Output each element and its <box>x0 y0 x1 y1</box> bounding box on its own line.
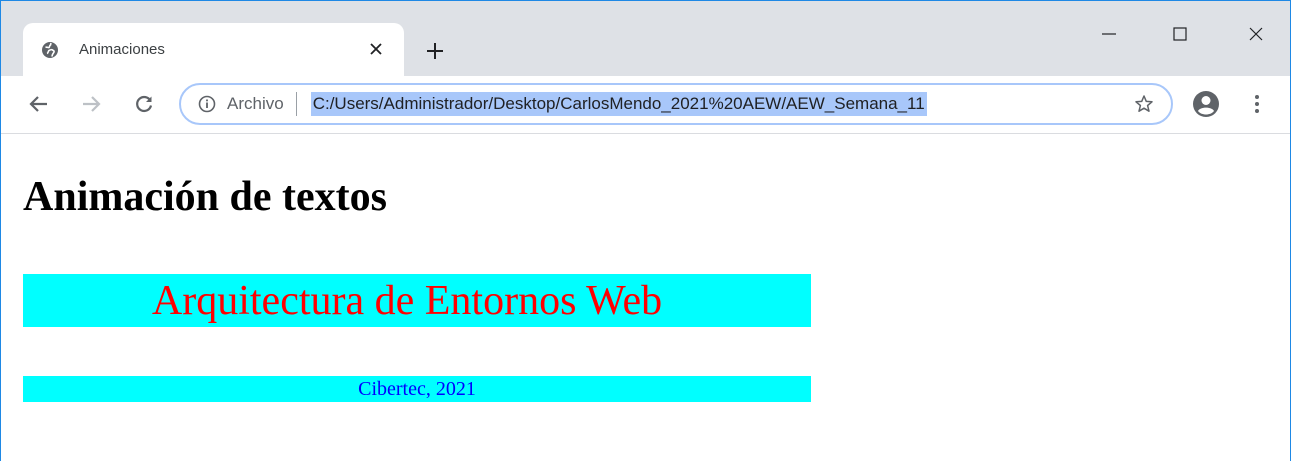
banner-main: Arquitectura de Entornos Web <box>23 274 811 327</box>
minimize-icon[interactable] <box>1086 11 1132 57</box>
site-label: Archivo <box>227 94 284 113</box>
banner-sub: Cibertec, 2021 <box>23 376 811 402</box>
info-icon[interactable] <box>197 94 217 114</box>
tab-animaciones[interactable]: Animaciones <box>23 23 404 76</box>
close-icon[interactable] <box>366 39 386 59</box>
banner-sub-text: Cibertec, 2021 <box>358 378 476 400</box>
browser-window: Animaciones Archivo C:/Users/Administrad… <box>0 0 1291 461</box>
tab-title: Animaciones <box>79 41 165 58</box>
arrow-right-icon[interactable] <box>75 88 107 120</box>
reload-icon[interactable] <box>128 88 160 120</box>
globe-icon <box>41 41 59 59</box>
plus-icon[interactable] <box>421 37 449 65</box>
url-text[interactable]: C:/Users/Administrador/Desktop/CarlosMen… <box>310 92 927 116</box>
page-content: Animación de textos Arquitectura de Ento… <box>1 135 1290 461</box>
banner-main-text: Arquitectura de Entornos Web <box>151 277 663 324</box>
browser-toolbar: Archivo C:/Users/Administrador/Desktop/C… <box>1 76 1290 134</box>
arrow-left-icon[interactable] <box>23 88 55 120</box>
omnibox-separator <box>295 92 297 116</box>
window-close-icon[interactable] <box>1233 11 1279 57</box>
page-title: Animación de textos <box>23 174 387 220</box>
maximize-icon[interactable] <box>1157 11 1203 57</box>
kebab-menu-icon[interactable] <box>1245 87 1269 121</box>
star-icon[interactable] <box>1133 93 1155 115</box>
address-bar[interactable]: Archivo C:/Users/Administrador/Desktop/C… <box>179 83 1173 125</box>
tab-strip: Animaciones <box>1 1 1290 76</box>
account-icon[interactable] <box>1189 87 1223 121</box>
